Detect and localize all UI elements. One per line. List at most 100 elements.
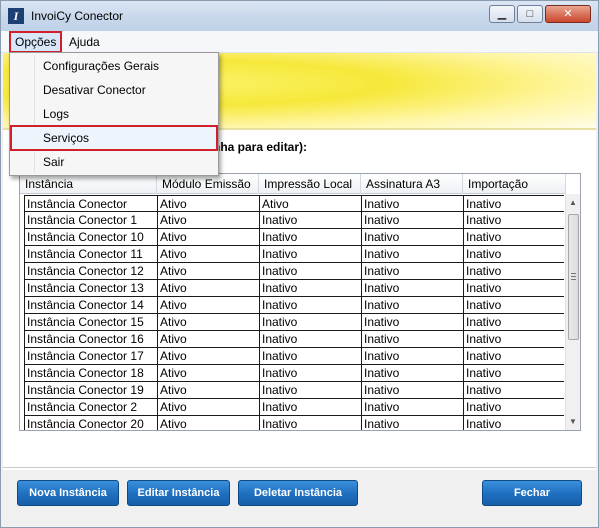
table-row[interactable]: Instância Conector 10 Ativo Inativo Inativo… (24, 229, 564, 246)
table-cell[interactable]: Ativo (157, 348, 259, 364)
table-cell[interactable]: Inativo (463, 229, 564, 245)
table-cell[interactable]: Inativo (361, 416, 463, 430)
table-cell[interactable]: Ativo (157, 246, 259, 262)
table-cell[interactable]: Inativo (259, 348, 361, 364)
table-cell[interactable]: Inativo (463, 212, 564, 228)
table-cell[interactable]: Inativo (463, 365, 564, 381)
column-header[interactable]: Impressão Local (259, 174, 361, 194)
table-cell[interactable]: Inativo (463, 399, 564, 415)
table-row[interactable]: Instância Conector Ativo Ativo Inativo Inati… (24, 195, 564, 212)
edit-instance-button[interactable]: Editar Instância (127, 480, 230, 506)
table-cell[interactable]: Instância Conector 20 (24, 416, 157, 430)
table-cell[interactable]: Inativo (259, 280, 361, 296)
table-cell[interactable]: Inativo (361, 331, 463, 347)
table-cell[interactable]: Instância Conector 10 (24, 229, 157, 245)
maximize-button[interactable]: □ (517, 5, 543, 23)
new-instance-button[interactable]: Nova Instância (17, 480, 119, 506)
table-cell[interactable]: Inativo (361, 382, 463, 398)
table-cell[interactable]: Inativo (463, 314, 564, 330)
table-cell[interactable]: Ativo (157, 365, 259, 381)
table-cell[interactable]: Instância Conector 18 (24, 365, 157, 381)
table-cell[interactable]: Instância Conector (24, 196, 157, 212)
menu-item-configuracoes-gerais[interactable]: Configurações Gerais (12, 55, 216, 77)
column-header[interactable]: Assinatura A3 (361, 174, 463, 194)
table-cell[interactable]: Instância Conector 2 (24, 399, 157, 415)
table-cell[interactable]: Inativo (361, 280, 463, 296)
table-cell[interactable]: Inativo (259, 229, 361, 245)
table-cell[interactable]: Instância Conector 15 (24, 314, 157, 330)
menu-ajuda[interactable]: Ajuda (65, 33, 104, 51)
column-header[interactable]: Importação (463, 174, 566, 194)
table-row[interactable]: Instância Conector 12 Ativo Inativo Inativo… (24, 263, 564, 280)
menu-item-servicos[interactable]: Serviços (10, 125, 218, 151)
table-cell[interactable]: Ativo (259, 196, 361, 212)
table-row[interactable]: Instância Conector 19 Ativo Inativo Inativo… (24, 382, 564, 399)
table-cell[interactable]: Ativo (157, 297, 259, 313)
table-cell[interactable]: Inativo (259, 331, 361, 347)
table-cell[interactable]: Ativo (157, 263, 259, 279)
table-cell[interactable]: Ativo (157, 314, 259, 330)
minimize-button[interactable]: ▁ (489, 5, 515, 23)
scroll-thumb[interactable] (568, 214, 579, 340)
table-row[interactable]: Instância Conector 17 Ativo Inativo Inativo… (24, 348, 564, 365)
scroll-down-arrow-icon[interactable]: ▼ (569, 417, 577, 426)
menu-opcoes[interactable]: Opções (8, 31, 63, 53)
table-cell[interactable]: Ativo (157, 331, 259, 347)
table-cell[interactable]: Ativo (157, 399, 259, 415)
table-cell[interactable]: Ativo (157, 382, 259, 398)
table-cell[interactable]: Inativo (463, 246, 564, 262)
table-row[interactable]: Instância Conector 2 Ativo Inativo Inativo I… (24, 399, 564, 416)
table-cell[interactable]: Ativo (157, 280, 259, 296)
table-cell[interactable]: Instância Conector 17 (24, 348, 157, 364)
table-row[interactable]: Instância Conector 1 Ativo Inativo Inativo I… (24, 212, 564, 229)
table-row[interactable]: Instância Conector 11 Ativo Inativo Inativo… (24, 246, 564, 263)
table-cell[interactable]: Inativo (361, 399, 463, 415)
table-cell[interactable]: Inativo (361, 365, 463, 381)
table-cell[interactable]: Inativo (361, 314, 463, 330)
menu-item-logs[interactable]: Logs (12, 103, 216, 125)
table-cell[interactable]: Inativo (259, 246, 361, 262)
vertical-scrollbar[interactable]: ▲ ▼ (565, 194, 580, 430)
table-row[interactable]: Instância Conector 14 Ativo Inativo Inativo… (24, 297, 564, 314)
table-cell[interactable]: Inativo (259, 416, 361, 430)
menu-item-sair[interactable]: Sair (12, 151, 216, 173)
table-cell[interactable]: Instância Conector 11 (24, 246, 157, 262)
table-cell[interactable]: Inativo (259, 399, 361, 415)
table-cell[interactable]: Ativo (157, 212, 259, 228)
table-cell[interactable]: Inativo (361, 246, 463, 262)
table-cell[interactable]: Inativo (361, 212, 463, 228)
table-cell[interactable]: Inativo (361, 297, 463, 313)
table-row[interactable]: Instância Conector 18 Ativo Inativo Inativo… (24, 365, 564, 382)
table-cell[interactable]: Instância Conector 13 (24, 280, 157, 296)
table-cell[interactable]: Inativo (463, 331, 564, 347)
table-row[interactable]: Instância Conector 20 Ativo Inativo Inativo… (24, 416, 564, 430)
table-cell[interactable]: Inativo (259, 382, 361, 398)
table-cell[interactable]: Ativo (157, 416, 259, 430)
table-cell[interactable]: Inativo (259, 263, 361, 279)
menu-item-desativar-conector[interactable]: Desativar Conector (12, 79, 216, 101)
table-cell[interactable]: Inativo (361, 263, 463, 279)
table-row[interactable]: Instância Conector 16 Ativo Inativo Inativo… (24, 331, 564, 348)
table-cell[interactable]: Inativo (259, 314, 361, 330)
column-header[interactable]: Módulo Emissão (157, 174, 259, 194)
table-cell[interactable]: Inativo (361, 196, 463, 212)
table-cell[interactable]: Inativo (463, 280, 564, 296)
table-cell[interactable]: Inativo (259, 297, 361, 313)
table-cell[interactable]: Inativo (463, 297, 564, 313)
scroll-up-arrow-icon[interactable]: ▲ (569, 198, 577, 207)
table-cell[interactable]: Inativo (361, 229, 463, 245)
table-cell[interactable]: Instância Conector 12 (24, 263, 157, 279)
column-header[interactable]: Instância (20, 174, 157, 194)
close-button[interactable]: Fechar (482, 480, 582, 506)
table-cell[interactable]: Inativo (463, 196, 564, 212)
table-cell[interactable]: Inativo (463, 263, 564, 279)
table-cell[interactable]: Inativo (463, 348, 564, 364)
table-cell[interactable]: Instância Conector 19 (24, 382, 157, 398)
table-cell[interactable]: Ativo (157, 229, 259, 245)
title-bar[interactable]: I InvoiCy Conector ▁ □ ✕ (1, 1, 598, 31)
table-row[interactable]: Instância Conector 13 Ativo Inativo Inativo… (24, 280, 564, 297)
table-row[interactable]: Instância Conector 15 Ativo Inativo Inativo… (24, 314, 564, 331)
table-cell[interactable]: Inativo (259, 365, 361, 381)
table-cell[interactable]: Instância Conector 14 (24, 297, 157, 313)
table-cell[interactable]: Inativo (463, 382, 564, 398)
